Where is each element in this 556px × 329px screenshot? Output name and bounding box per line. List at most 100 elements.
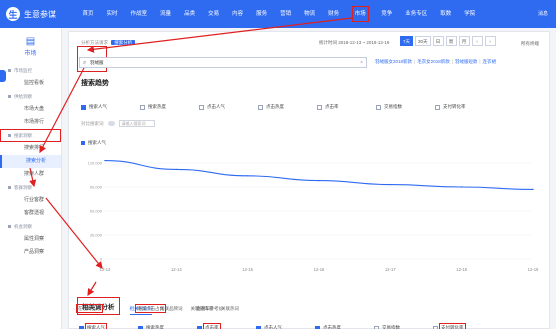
compare-input[interactable]: 请输入搜索词 <box>118 120 155 127</box>
trend-metric-5[interactable]: 交易指数 <box>376 104 435 110</box>
checkbox[interactable] <box>140 104 145 110</box>
main-panel: 分析方法请求 搜索分析 统计时间 2018-12-13 ~ 2018-12-19… <box>68 31 550 329</box>
top-navigation: 生 生意参谋 首页 实时 作战室 流量 品类 交易 内容 服务 营销 物流 财务 市场 竞争 业务专区 取数… <box>0 0 556 28</box>
checkbox[interactable] <box>315 325 320 329</box>
clear-icon[interactable]: × <box>360 58 363 68</box>
search-input[interactable]: ⌕ 羽绒服 × <box>79 57 367 68</box>
related-sub-metric-2[interactable]: 直通车参考价 <box>196 306 255 312</box>
logo-icon: 生 <box>6 7 20 21</box>
checkbox[interactable] <box>317 104 322 110</box>
metric-label: 点击人气 <box>207 104 225 109</box>
sidebar-item-14[interactable]: 产品洞察 <box>0 246 61 259</box>
nav-item-2[interactable]: 作战室 <box>124 0 154 28</box>
trend-metric-0[interactable]: 搜索人气 <box>81 104 140 110</box>
sidebar-group-0: 市场监控 <box>0 64 61 77</box>
nav-item-6[interactable]: 内容 <box>226 0 250 28</box>
related-sub-metric-1[interactable]: 商城点击占比 <box>135 304 196 313</box>
compare-row: 对比搜索词 请输入搜索词 <box>81 120 155 127</box>
compare-toggle[interactable] <box>107 121 115 126</box>
sidebar-item-10[interactable]: 行业客群 <box>0 194 61 207</box>
range-button-4[interactable]: 月 <box>458 36 470 46</box>
sidebar-item-3[interactable]: 市场大盘 <box>0 103 61 116</box>
related-metric-2[interactable]: 点击率 <box>197 323 256 329</box>
checkbox[interactable] <box>433 325 438 329</box>
checkbox[interactable] <box>138 325 143 329</box>
nav-menu: 首页 实时 作战室 流量 品类 交易 内容 服务 营销 物流 财务 市场 竞争 业务专区 取数 学院 <box>76 0 482 28</box>
checkbox[interactable] <box>256 325 261 329</box>
trend-metric-6[interactable]: 支付转化率 <box>435 104 494 110</box>
trend-metric-2[interactable]: 点击人气 <box>199 104 258 110</box>
nav-item-0[interactable]: 首页 <box>76 0 100 28</box>
trend-title: 搜索趋势 <box>81 80 109 87</box>
quick-link-3[interactable]: 连衣裙 <box>483 59 497 65</box>
metric-label: 搜索人气 <box>89 104 107 109</box>
brand-name: 生意参谋 <box>24 9 56 19</box>
nav-item-7[interactable]: 服务 <box>250 0 274 28</box>
related-metric-6[interactable]: 支付转化率 <box>433 323 492 329</box>
checkbox[interactable] <box>81 104 86 110</box>
range-button-3[interactable]: 周 <box>445 36 457 46</box>
next-icon[interactable]: › <box>484 36 496 46</box>
sidebar-item-4[interactable]: 市场排行 <box>0 116 61 129</box>
data-point <box>460 186 463 188</box>
nav-item-12[interactable]: 竞争 <box>375 0 399 28</box>
sidebar-item-11[interactable]: 客群透视 <box>0 207 61 220</box>
nav-item-1[interactable]: 实时 <box>100 0 124 28</box>
sidebar-item-13[interactable]: 属性洞察 <box>0 233 61 246</box>
range-button-2[interactable]: 日 <box>432 36 444 46</box>
sidebar-item-1[interactable]: 监控看板 <box>0 77 61 90</box>
trend-metric-4[interactable]: 点击率 <box>317 104 376 110</box>
checkbox[interactable] <box>376 104 381 110</box>
trend-metrics: 搜索人气 搜索热度 点击人气 点击热度 点击率 交易指数 支付转化率 <box>81 104 494 110</box>
series-line-search-popularity <box>104 160 534 190</box>
nav-item-10[interactable]: 财务 <box>322 0 346 28</box>
range-selector: 7天 30天日周月 ‹ › <box>400 36 498 46</box>
terminal-select[interactable]: 所有终端 <box>521 41 539 47</box>
nav-item-13[interactable]: 业务专区 <box>399 0 434 28</box>
nav-item-5[interactable]: 交易 <box>202 0 226 28</box>
data-point <box>246 175 249 177</box>
related-metric-5[interactable]: 交易指数 <box>374 325 433 329</box>
related-metric-0[interactable]: 搜索人气 <box>79 323 138 329</box>
metric-label: 点击人气 <box>264 325 282 329</box>
nav-item-9[interactable]: 物流 <box>298 0 322 28</box>
related-metric-3[interactable]: 点击人气 <box>256 325 315 329</box>
nav-item-8[interactable]: 营销 <box>274 0 298 28</box>
nav-item-4[interactable]: 品类 <box>178 0 202 28</box>
trend-metric-1[interactable]: 搜索热度 <box>140 104 199 110</box>
sidebar-item-8[interactable]: 搜索人群 <box>0 168 61 181</box>
sub-label: 商城点击占比 <box>135 304 166 313</box>
nav-item-14[interactable]: 取数 <box>434 0 458 28</box>
range-button-0[interactable]: 7天 <box>400 36 414 46</box>
sidebar-group-5: 搜索洞察 <box>0 129 61 142</box>
sidebar-item-7[interactable]: 搜索分析 <box>0 155 61 168</box>
metric-label: 交易指数 <box>384 104 402 109</box>
x-tick-label: 12-15 <box>242 267 253 272</box>
checkbox[interactable] <box>435 104 440 110</box>
sidebar-item-6[interactable]: 搜索排行 <box>0 142 61 155</box>
checkbox[interactable] <box>79 325 84 329</box>
metric-label: 点击率 <box>203 323 221 329</box>
trend-metric-3[interactable]: 点击热度 <box>258 104 317 110</box>
related-sub-metric-0[interactable]: 在线商品数 <box>76 304 137 313</box>
checkbox[interactable] <box>374 325 379 329</box>
breadcrumb-tag[interactable]: 搜索分析 <box>111 40 136 45</box>
quick-link-2[interactable]: 羽绒服短款 <box>455 59 478 65</box>
nav-item-11[interactable]: 市场 <box>346 0 375 28</box>
range-button-1[interactable]: 30天 <box>415 36 431 46</box>
checkbox[interactable] <box>197 325 202 329</box>
checkbox[interactable] <box>258 104 263 110</box>
breadcrumb-text: 分析方法请求 <box>81 40 108 45</box>
x-tick-label: 12-13 <box>100 267 111 272</box>
checkbox[interactable] <box>199 104 204 110</box>
nav-item-15[interactable]: 学院 <box>458 0 482 28</box>
quick-link-1[interactable]: 毛衣女2018新款 <box>417 59 450 65</box>
prev-icon[interactable]: ‹ <box>471 36 483 46</box>
nav-item-3[interactable]: 流量 <box>154 0 178 28</box>
metric-label: 点击热度 <box>266 104 284 109</box>
quick-link-0[interactable]: 羽绒服女2018新款 <box>375 59 412 65</box>
related-metric-4[interactable]: 点击热度 <box>315 325 374 329</box>
related-metric-1[interactable]: 搜索热度 <box>138 325 197 329</box>
link-separator: | <box>414 59 416 64</box>
messages-link[interactable]: 消息 <box>538 10 548 17</box>
